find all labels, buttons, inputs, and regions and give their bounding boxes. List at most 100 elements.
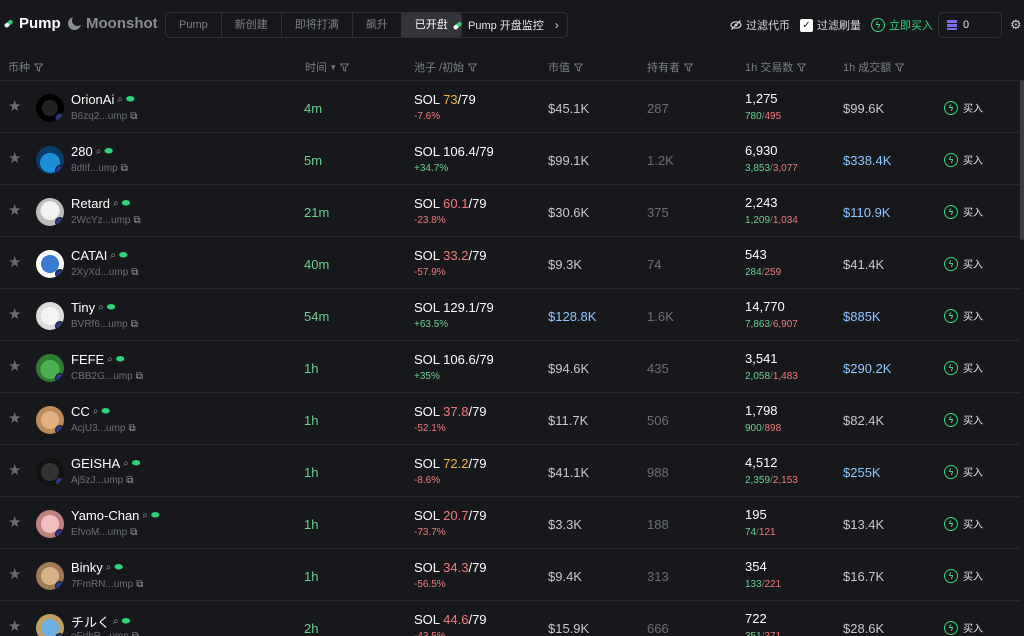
instant-buy-button[interactable]: ϟ 立即买入 bbox=[871, 12, 933, 38]
star-icon[interactable]: ★ bbox=[8, 619, 23, 634]
copy-icon[interactable]: ⧉ bbox=[126, 475, 133, 486]
filter-icon[interactable] bbox=[797, 62, 807, 72]
star-icon[interactable]: ★ bbox=[8, 515, 23, 530]
table-row[interactable]: ★ Binky ⌕ ⬬ 7FmRN...ump ⧉ 1h SOL 34.3/79… bbox=[0, 548, 1020, 600]
star-icon[interactable]: ★ bbox=[8, 567, 23, 582]
search-icon[interactable]: ⌕ bbox=[106, 562, 112, 573]
token-name[interactable]: OrionAi bbox=[71, 92, 114, 107]
tab-pump[interactable]: Pump bbox=[166, 13, 222, 37]
star-icon[interactable]: ★ bbox=[8, 151, 23, 166]
balance-input[interactable]: 0 bbox=[938, 12, 1002, 38]
filter-icon[interactable] bbox=[468, 62, 478, 72]
search-icon[interactable]: ⌕ bbox=[96, 146, 102, 157]
checkbox-checked-icon[interactable]: ✓ bbox=[800, 18, 813, 32]
copy-icon[interactable]: ⧉ bbox=[131, 267, 138, 278]
filter-icon[interactable] bbox=[34, 62, 43, 72]
star-icon[interactable]: ★ bbox=[8, 255, 23, 270]
table-row[interactable]: ★ Tiny ⌕ ⬬ BVRf6...ump ⧉ 54m SOL 129.1/7… bbox=[0, 288, 1020, 340]
token-name[interactable]: CC bbox=[71, 404, 90, 419]
filter-icon[interactable] bbox=[339, 62, 349, 72]
search-icon[interactable]: ⌕ bbox=[93, 406, 99, 417]
search-icon[interactable]: ⌕ bbox=[113, 616, 119, 627]
buy-button[interactable]: ϟ 买入 bbox=[944, 360, 983, 375]
filter-icon[interactable] bbox=[895, 62, 905, 72]
buy-button[interactable]: ϟ 买入 bbox=[944, 464, 983, 479]
tab-new[interactable]: 新创建 bbox=[222, 13, 282, 37]
table-row[interactable]: ★ OrionAi ⌕ ⬬ B6zq2...ump ⧉ 4m SOL 73/79… bbox=[0, 80, 1020, 132]
table-row[interactable]: ★ GEISHA ⌕ ⬬ Aj5zJ...ump ⧉ 1h SOL 72.2/7… bbox=[0, 444, 1020, 496]
col-tx1h[interactable]: 1h 交易数 bbox=[745, 59, 807, 75]
token-name[interactable]: Yamo-Chan bbox=[71, 508, 139, 523]
copy-icon[interactable]: ⧉ bbox=[136, 371, 143, 382]
token-name[interactable]: Retard bbox=[71, 196, 110, 211]
table-row[interactable]: ★ FEFE ⌕ ⬬ CBB2G...ump ⧉ 1h SOL 106.6/79… bbox=[0, 340, 1020, 392]
tab-soaring[interactable]: 飙升 bbox=[353, 13, 402, 37]
table-row[interactable]: ★ Yamo-Chan ⌕ ⬬ EfvoM...ump ⧉ 1h SOL 20.… bbox=[0, 496, 1020, 548]
search-icon[interactable]: ⌕ bbox=[107, 354, 113, 365]
search-icon[interactable]: ⌕ bbox=[110, 250, 116, 261]
filter-coin-toggle[interactable]: 过滤代币 bbox=[730, 12, 790, 38]
buy-button[interactable]: ϟ 买入 bbox=[944, 256, 983, 271]
search-icon[interactable]: ⌕ bbox=[98, 302, 104, 313]
scrollbar[interactable] bbox=[1020, 80, 1024, 240]
filter-wash-toggle[interactable]: ✓ 过滤刷量 bbox=[800, 12, 861, 38]
lightning-icon: ϟ bbox=[944, 204, 958, 219]
pump-monitor-button[interactable]: Pump 开盘监控 › bbox=[443, 12, 568, 38]
table-row[interactable]: ★ Retard ⌕ ⬬ 2WcYz...ump ⧉ 21m SOL 60.1/… bbox=[0, 184, 1020, 236]
buy-button[interactable]: ϟ 买入 bbox=[944, 308, 983, 323]
token-name[interactable]: CATAI bbox=[71, 248, 107, 263]
star-icon[interactable]: ★ bbox=[8, 463, 23, 478]
buy-button[interactable]: ϟ 买入 bbox=[944, 412, 983, 427]
search-icon[interactable]: ⌕ bbox=[142, 510, 148, 521]
buy-button[interactable]: ϟ 买入 bbox=[944, 100, 983, 115]
settings-button[interactable]: ⚙ bbox=[1010, 12, 1022, 38]
col-vol1h[interactable]: 1h 成交额 bbox=[843, 59, 905, 75]
col-pool[interactable]: 池子 /初始 bbox=[414, 59, 478, 75]
copy-icon[interactable]: ⧉ bbox=[136, 579, 143, 590]
token-name[interactable]: 280 bbox=[71, 144, 93, 159]
star-icon[interactable]: ★ bbox=[8, 411, 23, 426]
copy-icon[interactable]: ⧉ bbox=[130, 111, 137, 122]
buy-button[interactable]: ϟ 买入 bbox=[944, 204, 983, 219]
pump-brand-tab[interactable]: Pump bbox=[3, 15, 61, 32]
token-name[interactable]: チルく bbox=[71, 612, 110, 631]
col-time[interactable]: 时间 ▾ bbox=[305, 59, 349, 75]
copy-icon[interactable]: ⧉ bbox=[121, 163, 128, 174]
moonshot-brand-tab[interactable]: Moonshot bbox=[68, 15, 158, 32]
star-icon[interactable]: ★ bbox=[8, 307, 23, 322]
table-row[interactable]: ★ チルく ⌕ ⬬ oFdhR...ump ⧉ 2h SOL 44.6/79 -… bbox=[0, 600, 1020, 636]
token-age: 21m bbox=[304, 205, 330, 220]
sort-desc-icon[interactable]: ▾ bbox=[331, 62, 336, 73]
star-icon[interactable]: ★ bbox=[8, 99, 23, 114]
token-name[interactable]: GEISHA bbox=[71, 456, 120, 471]
filter-icon[interactable] bbox=[574, 62, 583, 72]
token-name[interactable]: FEFE bbox=[71, 352, 104, 367]
buy-button[interactable]: ϟ 买入 bbox=[944, 516, 983, 531]
col-coin[interactable]: 币种 bbox=[8, 59, 43, 75]
pill-icon: ⬬ bbox=[131, 457, 141, 469]
filter-icon[interactable] bbox=[684, 62, 693, 72]
search-icon[interactable]: ⌕ bbox=[113, 198, 119, 209]
tx-count: 14,770 bbox=[745, 299, 785, 314]
tab-almost-full[interactable]: 即将打满 bbox=[282, 13, 353, 37]
copy-icon[interactable]: ⧉ bbox=[133, 215, 140, 226]
tx-count: 4,512 bbox=[745, 455, 778, 470]
search-icon[interactable]: ⌕ bbox=[117, 94, 123, 105]
copy-icon[interactable]: ⧉ bbox=[128, 423, 135, 434]
search-icon[interactable]: ⌕ bbox=[123, 458, 129, 469]
col-holders[interactable]: 持有者 bbox=[647, 59, 693, 75]
buy-button[interactable]: ϟ 买入 bbox=[944, 568, 983, 583]
star-icon[interactable]: ★ bbox=[8, 203, 23, 218]
token-name[interactable]: Binky bbox=[71, 560, 103, 575]
table-row[interactable]: ★ 280 ⌕ ⬬ 8dtif...ump ⧉ 5m SOL 106.4/79 … bbox=[0, 132, 1020, 184]
star-icon[interactable]: ★ bbox=[8, 359, 23, 374]
token-name[interactable]: Tiny bbox=[71, 300, 95, 315]
copy-icon[interactable]: ⧉ bbox=[130, 527, 137, 538]
copy-icon[interactable]: ⧉ bbox=[132, 631, 139, 636]
table-row[interactable]: ★ CATAI ⌕ ⬬ 2XyXd...ump ⧉ 40m SOL 33.2/7… bbox=[0, 236, 1020, 288]
buy-button[interactable]: ϟ 买入 bbox=[944, 152, 983, 167]
col-mcap[interactable]: 市值 bbox=[548, 59, 583, 75]
copy-icon[interactable]: ⧉ bbox=[131, 319, 138, 330]
table-row[interactable]: ★ CC ⌕ ⬬ AcjU3...ump ⧉ 1h SOL 37.8/79 -5… bbox=[0, 392, 1020, 444]
buy-button[interactable]: ϟ 买入 bbox=[944, 620, 983, 635]
